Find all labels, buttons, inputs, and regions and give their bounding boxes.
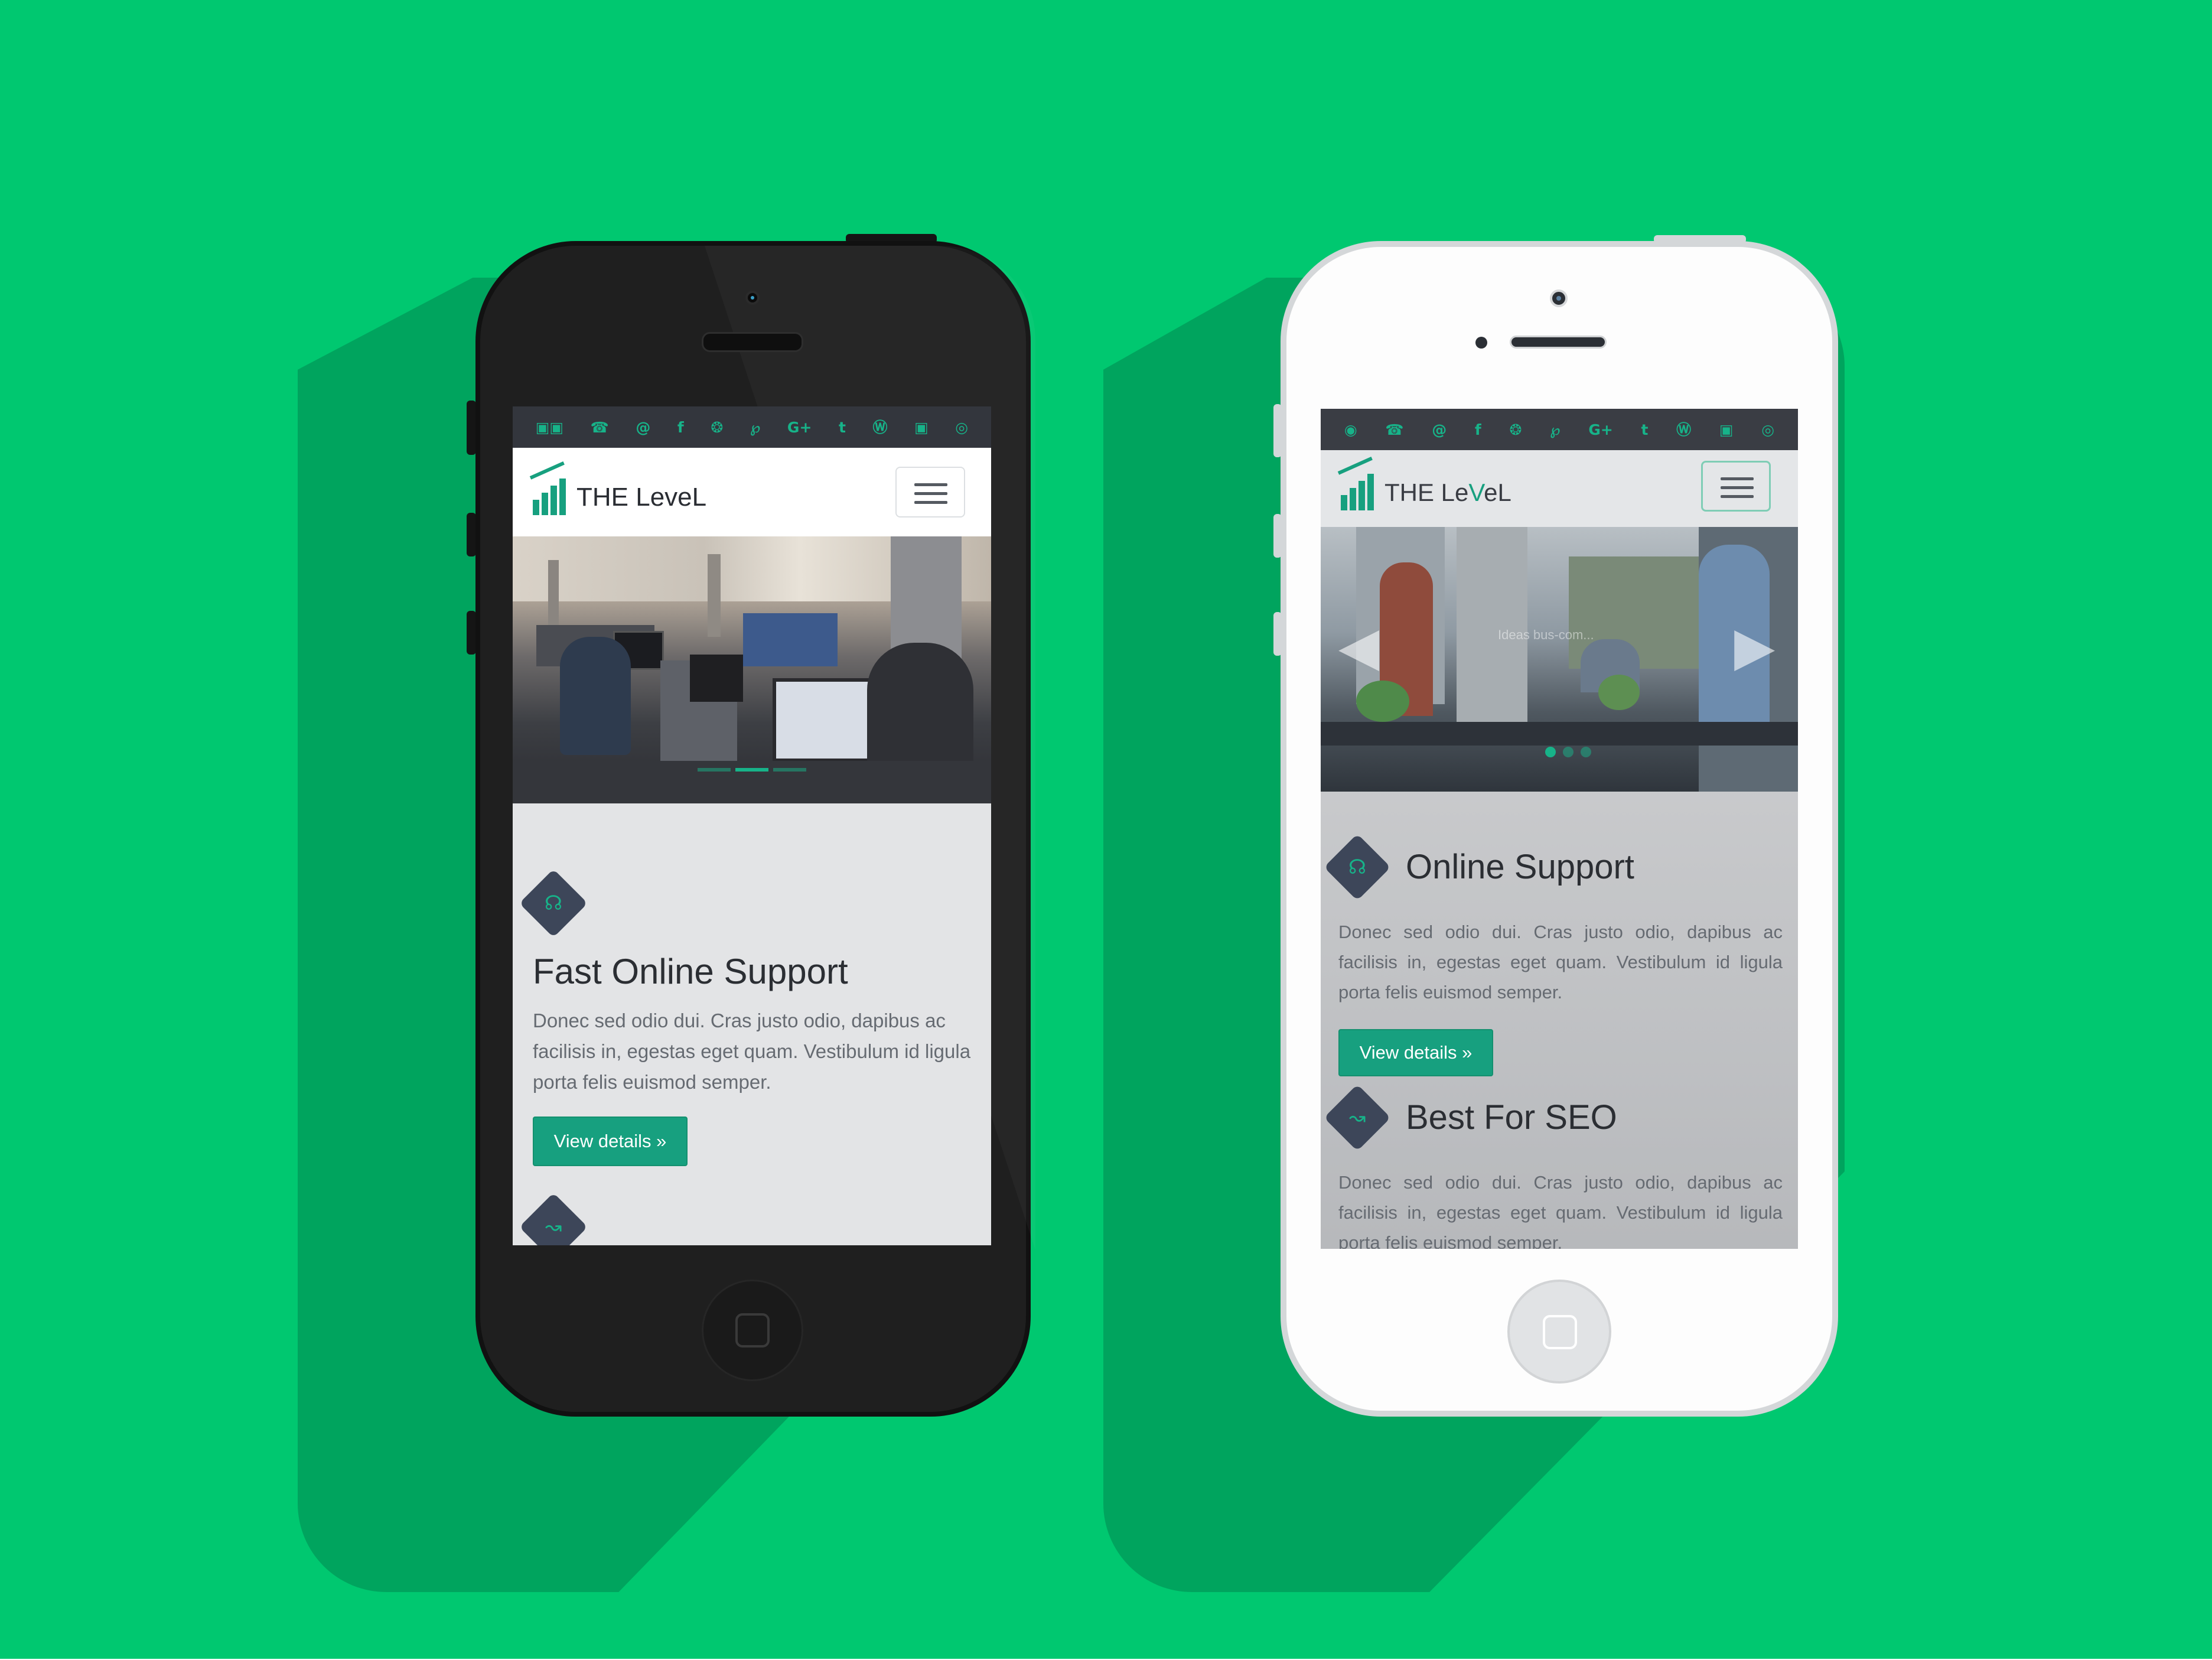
social-icon[interactable]: Ⓦ — [873, 420, 888, 435]
carousel-dot-active[interactable] — [1545, 747, 1556, 757]
headphones-icon: ☊ — [519, 869, 588, 938]
home-square-icon — [1543, 1315, 1577, 1349]
home-square-icon — [735, 1313, 770, 1347]
front-camera — [1550, 289, 1568, 307]
view-details-button[interactable]: View details » — [1338, 1029, 1493, 1076]
social-icon[interactable]: t — [1641, 422, 1648, 437]
social-icon[interactable]: ℘ — [750, 420, 760, 435]
social-topbar: ◉ ☎ @ f ❂ ℘ G+ t Ⓦ ▣ ◎ — [1321, 409, 1798, 450]
social-icon[interactable]: ▣▣ — [536, 420, 563, 435]
social-icon[interactable]: ❂ — [1510, 422, 1522, 437]
carousel-indicators[interactable] — [1545, 747, 1591, 757]
carousel-indicators[interactable] — [513, 768, 991, 772]
feature-description: Donec sed odio dui. Cras justo odio, dap… — [533, 1010, 971, 1093]
brand[interactable]: THE LeVeL — [1337, 457, 1511, 510]
volume-up-button — [467, 513, 476, 556]
feature-description: Donec sed odio dui. Cras justo odio, dap… — [1338, 922, 1783, 1002]
social-icon[interactable]: Ⓦ — [1676, 422, 1691, 437]
carousel-dot-active[interactable] — [735, 768, 768, 772]
navbar: THE LeveL — [513, 448, 991, 536]
feature-title: Online Support — [1406, 848, 1634, 886]
social-icon[interactable]: ◎ — [955, 420, 968, 435]
carousel-dot[interactable] — [698, 768, 731, 772]
menu-toggle-button[interactable] — [1701, 461, 1771, 512]
menu-toggle-button[interactable] — [895, 467, 965, 517]
social-icon[interactable]: ◎ — [1761, 422, 1774, 437]
hero-caption: Ideas bus-com... — [1498, 627, 1594, 642]
carousel-next-arrow[interactable]: ▶ — [1734, 616, 1775, 678]
social-icon[interactable]: ▣ — [914, 420, 929, 435]
home-button[interactable] — [1507, 1280, 1611, 1384]
chart-icon: ↝ — [1324, 1084, 1391, 1151]
front-camera — [745, 291, 760, 305]
social-icon[interactable]: ℘ — [1550, 422, 1560, 437]
social-icon[interactable]: ☎ — [591, 420, 609, 435]
phone-screen: ▣▣ ☎ @ f ❂ ℘ G+ t Ⓦ ▣ ◎ THE LeveL ☊ Fast… — [513, 406, 991, 1245]
brand-logo-icon — [1337, 457, 1379, 510]
brand-logo-icon — [529, 461, 571, 515]
brand-name: THE LeVeL — [1384, 479, 1511, 506]
view-details-button[interactable]: View details » — [533, 1117, 688, 1166]
social-icon[interactable]: f — [1475, 422, 1481, 437]
hero-carousel-image[interactable] — [513, 536, 991, 803]
earpiece-speaker — [702, 332, 803, 352]
feature-title: Best For SEO — [1406, 1098, 1617, 1137]
social-icon[interactable]: G+ — [787, 420, 812, 435]
social-icon[interactable]: @ — [636, 420, 650, 435]
navbar: THE LeVeL — [1321, 450, 1798, 527]
carousel-dot[interactable] — [773, 768, 806, 772]
social-icon[interactable]: ❂ — [711, 420, 723, 435]
carousel-dot[interactable] — [1581, 747, 1591, 757]
mute-switch — [467, 401, 476, 455]
hero-carousel-image[interactable]: Ideas bus-com... ◀ ▶ — [1321, 527, 1798, 792]
social-icon[interactable]: t — [839, 420, 846, 435]
volume-down-button — [467, 611, 476, 655]
social-icon[interactable]: G+ — [1588, 422, 1612, 437]
proximity-sensor — [1475, 337, 1487, 349]
home-button[interactable] — [702, 1280, 803, 1381]
brand-name: THE LeveL — [576, 483, 707, 512]
earpiece-speaker — [1510, 336, 1607, 349]
carousel-prev-arrow[interactable]: ◀ — [1338, 616, 1379, 678]
social-icon[interactable]: ☎ — [1385, 422, 1403, 437]
social-icon[interactable]: ◉ — [1344, 422, 1357, 437]
carousel-dot[interactable] — [1563, 747, 1574, 757]
feature-description: Donec sed odio dui. Cras justo odio, dap… — [1338, 1172, 1783, 1249]
social-topbar: ▣▣ ☎ @ f ❂ ℘ G+ t Ⓦ ▣ ◎ — [513, 406, 991, 448]
feature-title: Fast Online Support — [533, 952, 848, 991]
social-icon[interactable]: f — [677, 420, 684, 435]
social-icon[interactable]: @ — [1432, 422, 1447, 437]
phone-screen: ◉ ☎ @ f ❂ ℘ G+ t Ⓦ ▣ ◎ THE LeVeL Ideas b… — [1321, 409, 1798, 1249]
headphones-icon: ☊ — [1324, 834, 1391, 901]
chart-icon: ↝ — [519, 1193, 588, 1245]
social-icon[interactable]: ▣ — [1719, 422, 1734, 437]
brand[interactable]: THE LeveL — [529, 461, 707, 515]
